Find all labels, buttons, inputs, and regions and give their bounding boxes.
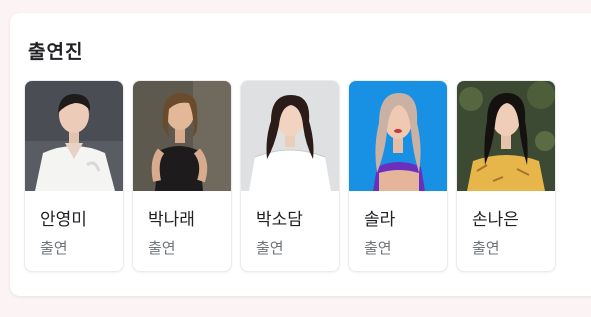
cast-photo-1	[25, 81, 123, 191]
cast-card-1[interactable]: 안영미 출연	[25, 81, 123, 271]
cast-name-2: 박나래	[148, 210, 195, 230]
cast-role-4: 출연	[364, 239, 392, 257]
cast-photo-5	[457, 81, 555, 191]
cast-role-3: 출연	[256, 239, 284, 257]
cast-card-5[interactable]: 손나은 출연	[457, 81, 555, 271]
cast-card-4[interactable]: 솔라 출연	[349, 81, 447, 271]
cast-role-5: 출연	[472, 239, 500, 257]
cast-photo-3	[241, 81, 339, 191]
cast-card-2[interactable]: 박나래 출연	[133, 81, 231, 271]
cast-panel: 출연진 안영미 출연 박나래 출연 박소담 출연 솔라 출연 손나은 출연	[10, 13, 591, 296]
section-title: 출연진	[28, 41, 84, 63]
cast-role-1: 출연	[40, 239, 68, 257]
cast-name-4: 솔라	[364, 210, 396, 230]
cast-name-5: 손나은	[472, 210, 519, 230]
cast-name-3: 박소담	[256, 210, 303, 230]
cast-card-3[interactable]: 박소담 출연	[241, 81, 339, 271]
cast-photo-4	[349, 81, 447, 191]
cast-photo-2	[133, 81, 231, 191]
cast-role-2: 출연	[148, 239, 176, 257]
cast-name-1: 안영미	[40, 210, 87, 230]
